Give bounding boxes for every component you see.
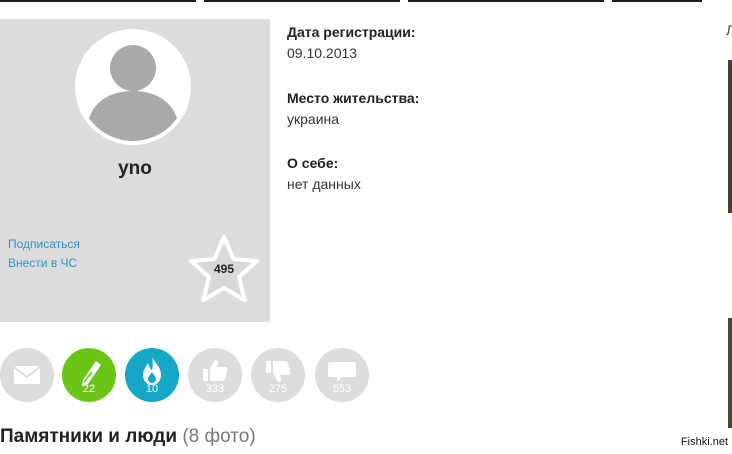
comments-count: 553 [332,383,352,395]
username: yno [118,158,152,179]
sidebar-heading-fragment: Л [726,22,732,38]
top-strip [0,0,732,3]
posts-count: 22 [82,383,96,395]
location-value: украина [287,111,340,127]
about-label: О себе: [287,155,339,171]
section-title: Памятники и люди (8 фото) [0,426,256,448]
hot-posts-button[interactable]: 10 [125,348,179,402]
envelope-icon [13,366,41,384]
likes-button[interactable]: 333 [188,348,242,402]
comments-button[interactable]: 553 [315,348,369,402]
user-silhouette-icon [79,33,187,141]
posts-button[interactable]: 22 [62,348,116,402]
location-info: Место жительства: украина [287,90,419,127]
registration-date: 09.10.2013 [287,45,358,61]
avatar[interactable] [75,29,191,145]
registration-label: Дата регистрации: [287,24,416,40]
sidebar-thumbnail[interactable] [728,60,732,213]
message-button[interactable] [0,348,54,402]
hot-posts-count: 10 [145,383,159,395]
photo-count: (8 фото) [182,426,256,447]
about-info: О себе: нет данных [287,155,361,192]
subscribe-link[interactable]: Подписаться [8,237,80,251]
section-title-text: Памятники и люди [0,426,178,447]
about-value: нет данных [287,176,361,192]
dislikes-count: 275 [268,383,288,395]
dislikes-button[interactable]: 275 [251,348,305,402]
likes-count: 333 [205,383,225,395]
profile-card: yno Подписаться Внести в ЧС 495 [0,19,270,322]
blacklist-link[interactable]: Внести в ЧС [8,256,77,270]
location-label: Место жительства: [287,90,420,106]
registration-info: Дата регистрации: 09.10.2013 [287,24,416,61]
watermark: Fishki.net [680,436,728,448]
sidebar-thumbnail[interactable] [728,318,732,428]
rating-value: 495 [213,262,235,276]
